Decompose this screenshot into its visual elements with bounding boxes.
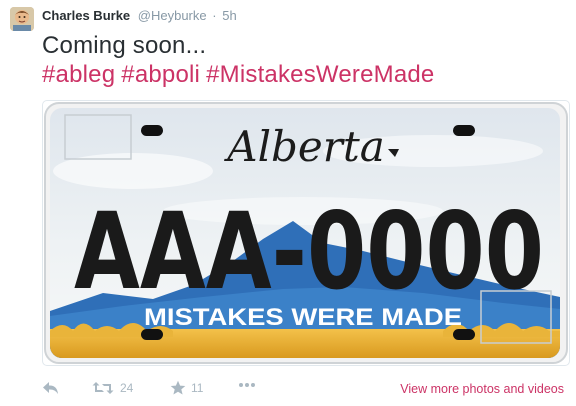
separator-dot: · xyxy=(212,8,217,23)
tweet-text-line: Coming soon... xyxy=(42,32,207,59)
tweet-text: Coming soon... #ableg #abpoli #MistakesWer… xyxy=(42,31,434,89)
plate-province: Alberta xyxy=(223,122,385,171)
reply-icon xyxy=(43,382,58,394)
favorite-count: 11 xyxy=(191,381,204,395)
author-handle[interactable]: @Heyburke xyxy=(138,8,207,23)
license-plate-image: Alberta AAA-0000 MISTAKES WERE MADE xyxy=(44,102,568,364)
avatar[interactable] xyxy=(10,7,34,31)
view-more-link[interactable]: View more photos and videos xyxy=(400,382,564,396)
author-name[interactable]: Charles Burke xyxy=(42,8,130,23)
plate-slogan: MISTAKES WERE MADE xyxy=(144,304,462,331)
hashtag-line: #ableg #abpoli #MistakesWereMade xyxy=(42,60,434,89)
avatar-image xyxy=(10,7,34,31)
more-button[interactable] xyxy=(238,382,256,388)
retweet-icon xyxy=(92,382,114,394)
tweet-header: Charles Burke @Heyburke · 5h xyxy=(42,8,237,24)
plate-number: AAA-0000 xyxy=(74,190,544,313)
hashtag-mistakesweremade[interactable]: #MistakesWereMade xyxy=(206,61,434,88)
timestamp[interactable]: 5h xyxy=(222,8,236,23)
hashtag-abpoli[interactable]: #abpoli xyxy=(121,61,200,88)
media-photo[interactable]: Alberta AAA-0000 MISTAKES WERE MADE xyxy=(42,100,570,366)
hashtag-ableg[interactable]: #ableg xyxy=(42,61,115,88)
more-dots-icon xyxy=(239,383,255,387)
favorite-button[interactable]: 11 xyxy=(170,380,203,396)
retweet-button[interactable]: 24 xyxy=(92,381,133,395)
reply-button[interactable] xyxy=(42,381,60,395)
star-icon xyxy=(170,380,186,395)
retweet-count: 24 xyxy=(120,381,134,395)
tweet-actions: 24 11 View more photos and videos xyxy=(42,378,568,402)
